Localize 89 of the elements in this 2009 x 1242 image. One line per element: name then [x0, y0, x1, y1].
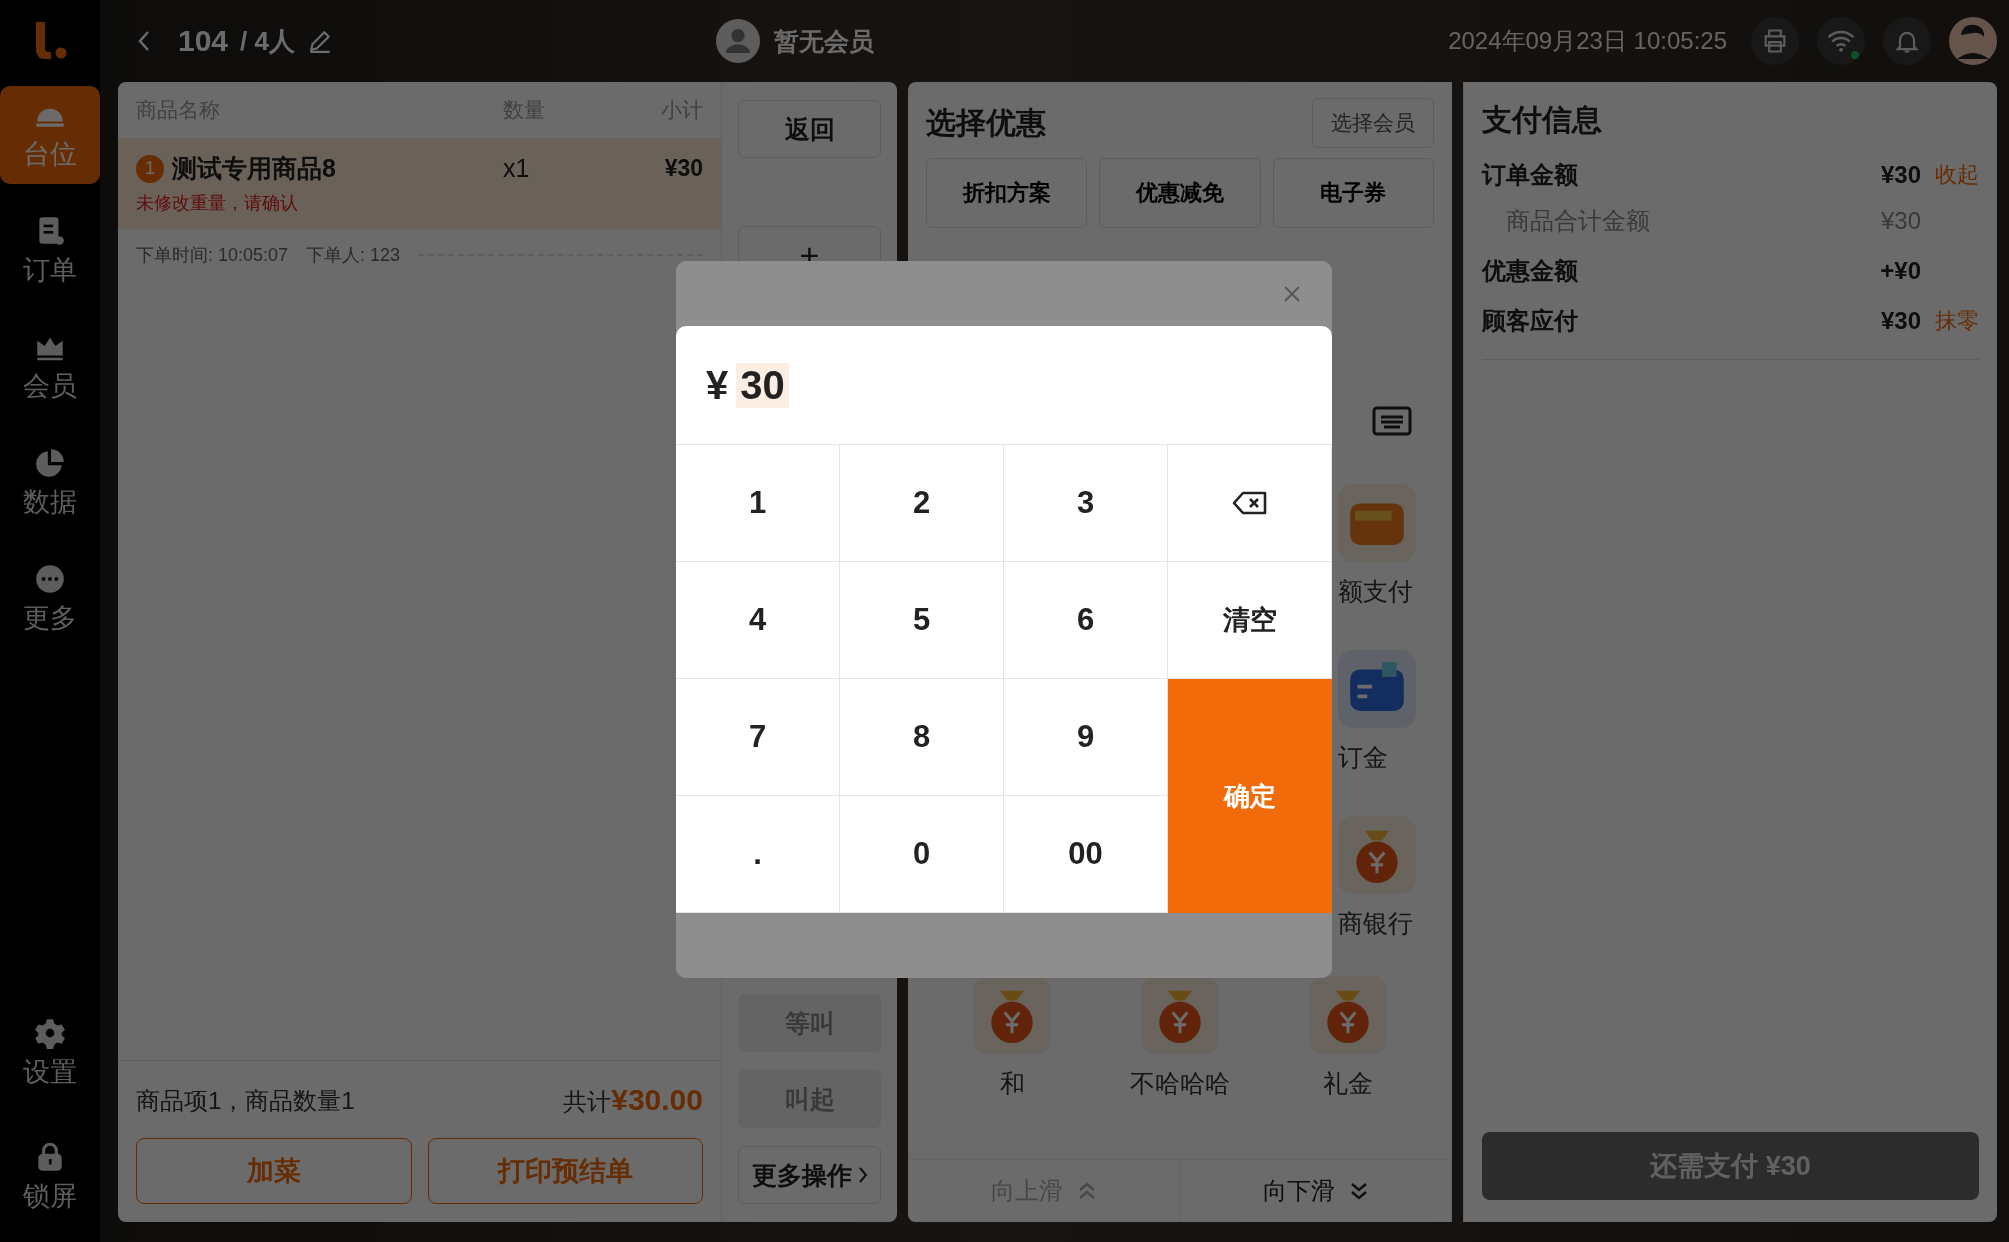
- number-key[interactable]: 7: [676, 679, 840, 796]
- item-index-badge: 1: [136, 154, 164, 183]
- notification-button[interactable]: [1883, 17, 1931, 65]
- close-icon[interactable]: [1282, 283, 1302, 304]
- number-key[interactable]: 8: [840, 679, 1004, 796]
- number-key[interactable]: 0: [840, 796, 1004, 913]
- settings-icon: [33, 1016, 67, 1050]
- order-action-button[interactable]: 打印预结单: [427, 1138, 703, 1204]
- payment-method[interactable]: 订金: [1338, 650, 1452, 772]
- action-button[interactable]: 返回: [738, 100, 881, 158]
- payment-method[interactable]: 和: [928, 976, 1096, 1098]
- number-key[interactable]: 9: [1004, 679, 1168, 796]
- payment-method[interactable]: 额支付: [1338, 484, 1452, 606]
- panel-title: 选择优惠: [926, 104, 1046, 141]
- backspace-icon: [1231, 491, 1268, 515]
- item-summary: 商品项1，商品数量1: [136, 1085, 355, 1116]
- payment-label: 顾客应付: [1482, 306, 1579, 336]
- payment-label: 订单金额: [1482, 160, 1579, 190]
- keyboard-icon[interactable]: [1372, 406, 1412, 436]
- payment-value: +¥0: [1880, 257, 1921, 285]
- payment-method-label: 不哈哈哈: [1130, 1068, 1230, 1098]
- payment-label: 优惠金额: [1482, 256, 1579, 286]
- payment-method-label: 订金: [1338, 742, 1388, 772]
- payment-method-label: 商银行: [1338, 908, 1413, 938]
- discount-option-button[interactable]: 折扣方案: [926, 158, 1088, 228]
- backspace-key[interactable]: [1168, 445, 1332, 562]
- item-quantity: x1: [503, 154, 531, 183]
- nav-item[interactable]: 设置: [0, 1004, 100, 1102]
- number-key[interactable]: 3: [1004, 445, 1168, 562]
- money-bag-icon: [1338, 816, 1416, 894]
- orderer: 下单人: 123: [306, 244, 401, 267]
- payment-value: ¥30: [1880, 161, 1921, 189]
- payment-method[interactable]: 礼金: [1264, 976, 1432, 1098]
- payment-method-label: 和: [999, 1068, 1025, 1098]
- payment-method[interactable]: 商银行: [1338, 816, 1452, 938]
- back-icon[interactable]: [136, 29, 152, 53]
- nav-item[interactable]: 台位: [0, 86, 100, 184]
- number-key[interactable]: 1: [676, 445, 840, 562]
- number-key[interactable]: 2: [840, 445, 1004, 562]
- confirm-button[interactable]: 确定: [1168, 679, 1332, 913]
- amount-field[interactable]: 30: [736, 362, 789, 408]
- total-label: 共计: [563, 1087, 612, 1117]
- nav-item[interactable]: 更多: [0, 550, 100, 648]
- currency-symbol: ¥: [706, 362, 729, 408]
- money-bag-icon: [1309, 976, 1387, 1054]
- item-name: 测试专用商品8: [172, 153, 336, 184]
- order-action-button[interactable]: 加菜: [136, 1138, 412, 1204]
- nav-item[interactable]: 数据: [0, 434, 100, 532]
- total-amount: ¥30.00: [611, 1083, 703, 1117]
- money-bag-icon: [973, 976, 1051, 1054]
- chevron-right-icon: [857, 1166, 868, 1184]
- date-time: 2024年09月23日 10:05:25: [1448, 26, 1727, 56]
- member-status[interactable]: 暂无会员: [774, 24, 874, 58]
- payment-link[interactable]: 抹零: [1935, 308, 1979, 333]
- table-number: 104: [178, 24, 229, 58]
- wifi-button[interactable]: [1817, 17, 1865, 65]
- number-key[interactable]: 4: [676, 562, 840, 679]
- number-key[interactable]: 00: [1004, 796, 1168, 913]
- number-key[interactable]: 6: [1004, 562, 1168, 679]
- select-member-button[interactable]: 选择会员: [1312, 98, 1434, 148]
- order-time: 下单时间: 10:05:07: [136, 244, 289, 267]
- guest-count: / 4人: [240, 24, 295, 58]
- card-icon: [1338, 650, 1416, 728]
- discount-option-button[interactable]: 优惠减免: [1099, 158, 1261, 228]
- number-key[interactable]: .: [676, 796, 840, 913]
- payment-link[interactable]: 收起: [1935, 162, 1979, 187]
- order-item-row[interactable]: 1 测试专用商品8 x1 ¥30 未修改重量，请确认: [118, 138, 721, 229]
- nav-item[interactable]: 锁屏: [0, 1128, 100, 1226]
- money-bag-icon: [1141, 976, 1219, 1054]
- payment-method-label: 额支付: [1338, 576, 1413, 606]
- avatar-icon: [716, 19, 760, 63]
- wallet-icon: [1338, 484, 1416, 562]
- edit-icon[interactable]: [307, 28, 333, 54]
- panel-title: 支付信息: [1482, 102, 1603, 138]
- weight-warning: 未修改重量，请确认: [136, 192, 299, 215]
- printer-button[interactable]: [1751, 17, 1799, 65]
- payment-method[interactable]: 不哈哈哈: [1096, 976, 1264, 1098]
- nav-item[interactable]: 订单: [0, 202, 100, 300]
- user-avatar[interactable]: [1949, 17, 1997, 65]
- payment-method-label: 礼金: [1323, 1068, 1373, 1098]
- discount-option-button[interactable]: 电子券: [1272, 158, 1434, 228]
- item-subtotal: ¥30: [663, 155, 703, 182]
- action-button[interactable]: 更多操作: [738, 1146, 881, 1204]
- clear-key[interactable]: 清空: [1168, 562, 1332, 679]
- payment-value: ¥30: [1880, 307, 1921, 335]
- nav-item[interactable]: 会员: [0, 318, 100, 416]
- pie-chart-icon: [33, 446, 67, 480]
- number-key[interactable]: 5: [840, 562, 1004, 679]
- more-icon: [33, 562, 67, 596]
